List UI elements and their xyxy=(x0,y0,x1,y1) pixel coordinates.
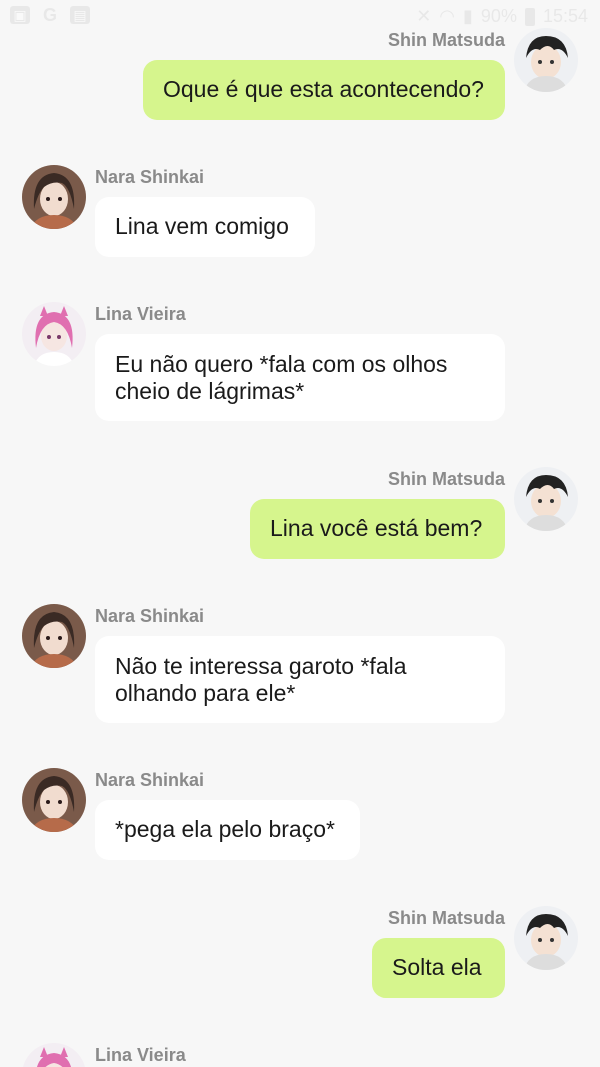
message-text: Lina você está bem? xyxy=(270,515,483,541)
avatar-nara[interactable] xyxy=(22,768,86,832)
status-right: ✕ ◠ ▮ 90% 15:54 xyxy=(416,6,588,27)
message-text: Eu não quero *fala com os olhos cheio de… xyxy=(115,351,448,404)
signal-icon: ▮ xyxy=(463,6,473,26)
google-icon: G xyxy=(42,4,57,25)
gallery-icon: ▣ xyxy=(10,6,30,24)
message-bubble[interactable]: Lina você está bem? xyxy=(250,499,505,559)
clock: 15:54 xyxy=(542,6,588,26)
message-bubble[interactable]: Lina vem comigo xyxy=(95,197,315,257)
avatar-shin[interactable] xyxy=(514,28,578,92)
notification-icon: ▤ xyxy=(70,6,90,24)
sender-name: Nara Shinkai xyxy=(95,606,205,626)
mute-icon: ✕ xyxy=(416,6,432,26)
message-bubble[interactable]: Não te interessa garoto *fala olhando pa… xyxy=(95,636,505,723)
message-bubble[interactable]: Oque é que esta acontecendo? xyxy=(143,60,505,120)
sender-name: Shin Matsuda xyxy=(387,469,505,489)
avatar-nara[interactable] xyxy=(22,604,86,668)
status-bar: ▣ G ▤ ✕ ◠ ▮ 90% 15:54 xyxy=(0,0,600,36)
sender-name: Lina Vieira xyxy=(95,304,186,324)
sender-name: Nara Shinkai xyxy=(95,770,205,790)
battery-icon xyxy=(524,7,535,26)
sender-name: Lina Vieira xyxy=(95,1045,186,1065)
avatar-shin[interactable] xyxy=(514,906,578,970)
status-left: ▣ G ▤ xyxy=(10,4,90,25)
message-text: Solta ela xyxy=(392,954,482,980)
avatar-nara[interactable] xyxy=(22,165,86,229)
sender-name: Shin Matsuda xyxy=(387,908,505,928)
sender-name: Nara Shinkai xyxy=(95,167,205,187)
sender-name: Shin Matsuda xyxy=(387,30,505,50)
wifi-icon: ◠ xyxy=(439,6,456,26)
avatar-shin[interactable] xyxy=(514,467,578,531)
chat-screen: ▣ G ▤ ✕ ◠ ▮ 90% 15:54 Shin Matsuda Oque … xyxy=(0,0,600,1067)
battery-percent: 90% xyxy=(480,6,517,26)
message-text: Lina vem comigo xyxy=(115,213,289,239)
message-text: Oque é que esta acontecendo? xyxy=(163,76,484,102)
message-text: *pega ela pelo braço* xyxy=(115,816,335,842)
avatar-lina[interactable] xyxy=(22,1043,86,1067)
message-bubble[interactable]: *pega ela pelo braço* xyxy=(95,800,360,860)
message-text: Não te interessa garoto *fala olhando pa… xyxy=(115,653,407,706)
message-bubble[interactable]: Eu não quero *fala com os olhos cheio de… xyxy=(95,334,505,421)
avatar-lina[interactable] xyxy=(22,302,86,366)
message-bubble[interactable]: Solta ela xyxy=(372,938,505,998)
